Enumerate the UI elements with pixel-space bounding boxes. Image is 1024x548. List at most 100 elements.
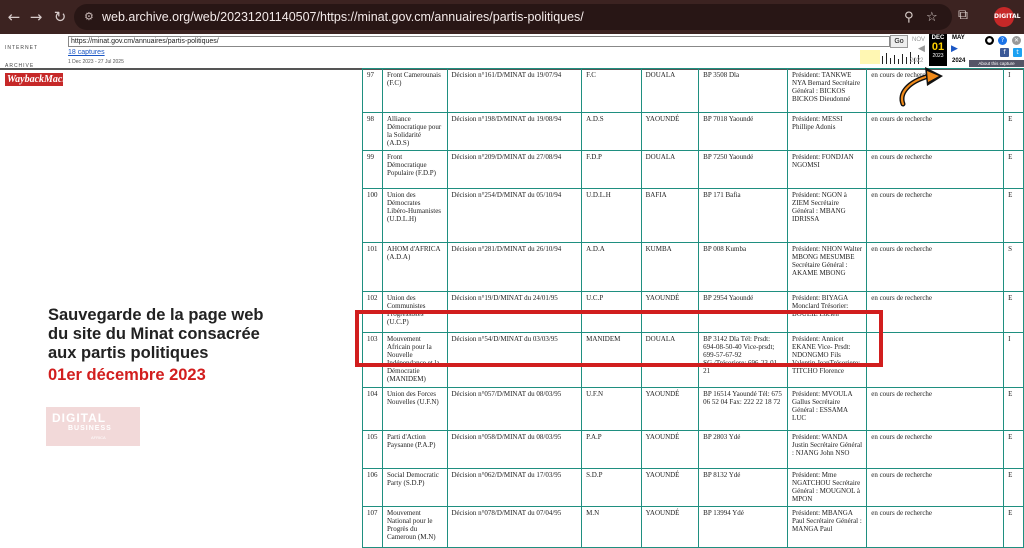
table-cell: Front Camerounais (F.C) bbox=[381, 67, 448, 113]
site-info-icon[interactable]: ⚙ bbox=[84, 10, 94, 23]
table-cell: F.D.P bbox=[581, 149, 642, 189]
table-cell: Union des Forces Nouvelles (U.F.N) bbox=[381, 386, 448, 431]
table-cell: en cours de recherche bbox=[866, 241, 1005, 292]
forward-icon[interactable]: → bbox=[26, 7, 46, 27]
table-row: 100 Union des Démocrates Libéro-Humaniste… bbox=[362, 187, 1024, 243]
caption-line: du site du Minat consacrée bbox=[48, 325, 260, 343]
table-cell: BP 3142 Dla Tél: Prsdt: 694-08-50-40 Vic… bbox=[698, 331, 789, 388]
table-cell: BP 2954 Yaoundé bbox=[698, 290, 789, 333]
account-icon[interactable]: ● bbox=[985, 36, 994, 45]
table-cell: YAOUNDÉ bbox=[640, 505, 700, 548]
captures-range: 1 Dec 2023 - 27 Jul 2025 bbox=[68, 59, 124, 65]
table-cell: S.D.P bbox=[581, 467, 642, 507]
current-day: 01 bbox=[931, 41, 945, 53]
table-cell: KUMBA bbox=[640, 241, 700, 292]
table-cell: I bbox=[1003, 67, 1024, 113]
table-cell: 107 bbox=[362, 505, 383, 548]
reload-icon[interactable]: ↻ bbox=[50, 7, 70, 27]
wayback-url-input[interactable]: https://minat.gov.cm/annuaires/partis-po… bbox=[68, 36, 890, 47]
table-cell: MANIDEM bbox=[581, 331, 642, 388]
table-cell: BP 008 Kumba bbox=[698, 241, 789, 292]
table-cell: BP 16514 Yaoundé Tél: 675 06 52 04 Fax: … bbox=[698, 386, 789, 431]
table-cell: BP 7018 Yaoundé bbox=[698, 111, 789, 151]
table-cell: BAFIA bbox=[640, 187, 700, 243]
table-cell: Parti d'Action Paysanne (P.A.P) bbox=[381, 429, 448, 469]
wayback-logo[interactable]: INTERNET ARCHIVE WaybackMachine bbox=[5, 36, 81, 86]
address-bar[interactable]: ⚙ web.archive.org/web/20231201140507/htt… bbox=[74, 4, 952, 30]
table-cell: 104 bbox=[362, 386, 383, 431]
table-cell: en cours de recherche bbox=[866, 505, 1005, 548]
prev-capture-icon[interactable]: ◀ bbox=[918, 44, 925, 54]
go-button[interactable]: Go bbox=[890, 35, 908, 48]
logo-top-text: INTERNET ARCHIVE bbox=[5, 45, 38, 69]
table-cell: A.D.A bbox=[581, 241, 642, 292]
profile-avatar[interactable]: DIGITAL bbox=[994, 7, 1020, 27]
table-cell: Président: TANKWE NYA Bernard Secrétaire… bbox=[787, 67, 868, 113]
table-cell: P.A.P bbox=[581, 429, 642, 469]
table-cell: E bbox=[1003, 290, 1024, 333]
table-cell: F.C bbox=[581, 67, 642, 113]
table-cell: Président: MESSI Phillipe Adonis bbox=[787, 111, 868, 151]
table-cell: Décision n°161/D/MINAT du 19/07/94 bbox=[446, 67, 583, 113]
table-cell: E bbox=[1003, 505, 1024, 548]
logo-line3: AFRICA bbox=[91, 435, 106, 440]
table-row: 107 Mouvement National pour le Progrès du… bbox=[362, 505, 1024, 548]
table-cell: E bbox=[1003, 386, 1024, 431]
table-cell: YAOUNDÉ bbox=[640, 467, 700, 507]
url-text[interactable]: web.archive.org/web/20231201140507/https… bbox=[102, 10, 584, 24]
caption-title: Sauvegarde de la page web du site du Min… bbox=[48, 306, 348, 363]
table-row: 106 Social Democratic Party (S.D.P) Décisi… bbox=[362, 467, 1024, 507]
table-cell: Président: WANDA Justin Secrétaire Génér… bbox=[787, 429, 868, 469]
table-cell: E bbox=[1003, 187, 1024, 243]
captures-link[interactable]: 18 captures bbox=[68, 49, 105, 56]
table-cell: Décision n°54/D/MINAT du 03/03/95 bbox=[446, 331, 583, 388]
logo-line1: DIGITAL bbox=[52, 411, 107, 425]
table-cell: Social Democratic Party (S.D.P) bbox=[381, 467, 448, 507]
table-cell: Décision n°058/D/MINAT du 08/03/95 bbox=[446, 429, 583, 469]
table-cell: I bbox=[1003, 331, 1024, 388]
table-cell: Décision n°062/D/MINAT du 17/03/95 bbox=[446, 467, 583, 507]
zoom-icon[interactable]: ⚲ bbox=[904, 10, 914, 25]
table-cell: en cours de recherche bbox=[866, 149, 1005, 189]
back-icon[interactable]: ← bbox=[4, 7, 24, 27]
next-capture-icon[interactable]: ▶ bbox=[951, 44, 958, 54]
browser-toolbar: ← → ↻ ⚙ web.archive.org/web/202312011405… bbox=[0, 0, 1024, 34]
table-cell: DOUALA bbox=[640, 67, 700, 113]
table-cell: U.F.N bbox=[581, 386, 642, 431]
close-icon[interactable]: ✕ bbox=[1012, 36, 1021, 45]
table-cell: A.D.S bbox=[581, 111, 642, 151]
table-cell: YAOUNDÉ bbox=[640, 290, 700, 333]
about-capture-button[interactable]: About this capture bbox=[969, 60, 1024, 67]
extensions-icon[interactable]: ⧉ bbox=[958, 7, 968, 23]
table-cell: Décision n°198/D/MINAT du 19/08/94 bbox=[446, 111, 583, 151]
table-row: 98 Alliance Démocratique pour la Solidari… bbox=[362, 111, 1024, 151]
table-cell: en cours de recherche bbox=[866, 467, 1005, 507]
table-cell: en cours de recherche bbox=[866, 187, 1005, 243]
table-cell: Mouvement Africain pour la Nouvelle Indé… bbox=[381, 331, 448, 388]
caption-line: aux partis politiques bbox=[48, 344, 209, 362]
table-cell: E bbox=[1003, 429, 1024, 469]
table-cell: YAOUNDÉ bbox=[640, 429, 700, 469]
twitter-icon[interactable]: t bbox=[1013, 48, 1022, 57]
table-cell: YAOUNDÉ bbox=[640, 386, 700, 431]
digital-business-africa-logo: DIGITAL BUSINESS AFRICA bbox=[46, 407, 140, 446]
table-cell: en cours de recherche bbox=[866, 111, 1005, 151]
table-row: 99 Front Démocratique Populaire (F.D.P) Dé… bbox=[362, 149, 1024, 189]
table-row: 101 AHOM d'AFRICA (A.D.A) Décision n°281/D… bbox=[362, 241, 1024, 292]
table-cell: M.N bbox=[581, 505, 642, 548]
table-cell: BP 3508 Dla bbox=[698, 67, 789, 113]
table-cell: 100 bbox=[362, 187, 383, 243]
bookmark-star-icon[interactable]: ☆ bbox=[926, 10, 938, 25]
next-month-label: MAY bbox=[952, 35, 965, 41]
table-cell: DOUALA bbox=[640, 149, 700, 189]
table-cell: 106 bbox=[362, 467, 383, 507]
prev-month-label: NOV bbox=[912, 37, 926, 43]
help-icon[interactable]: ? bbox=[998, 36, 1007, 45]
parties-table: 97 Front Camerounais (F.C) Décision n°161/… bbox=[362, 67, 1024, 548]
facebook-icon[interactable]: f bbox=[1000, 48, 1009, 57]
current-capture: DEC 01 2023 bbox=[929, 34, 947, 66]
table-cell: Décision n°281/D/MINAT du 26/10/94 bbox=[446, 241, 583, 292]
table-cell bbox=[866, 331, 1005, 388]
table-cell: Président: NHON Walter MBONG MESUMBE Sec… bbox=[787, 241, 868, 292]
table-cell: E bbox=[1003, 111, 1024, 151]
